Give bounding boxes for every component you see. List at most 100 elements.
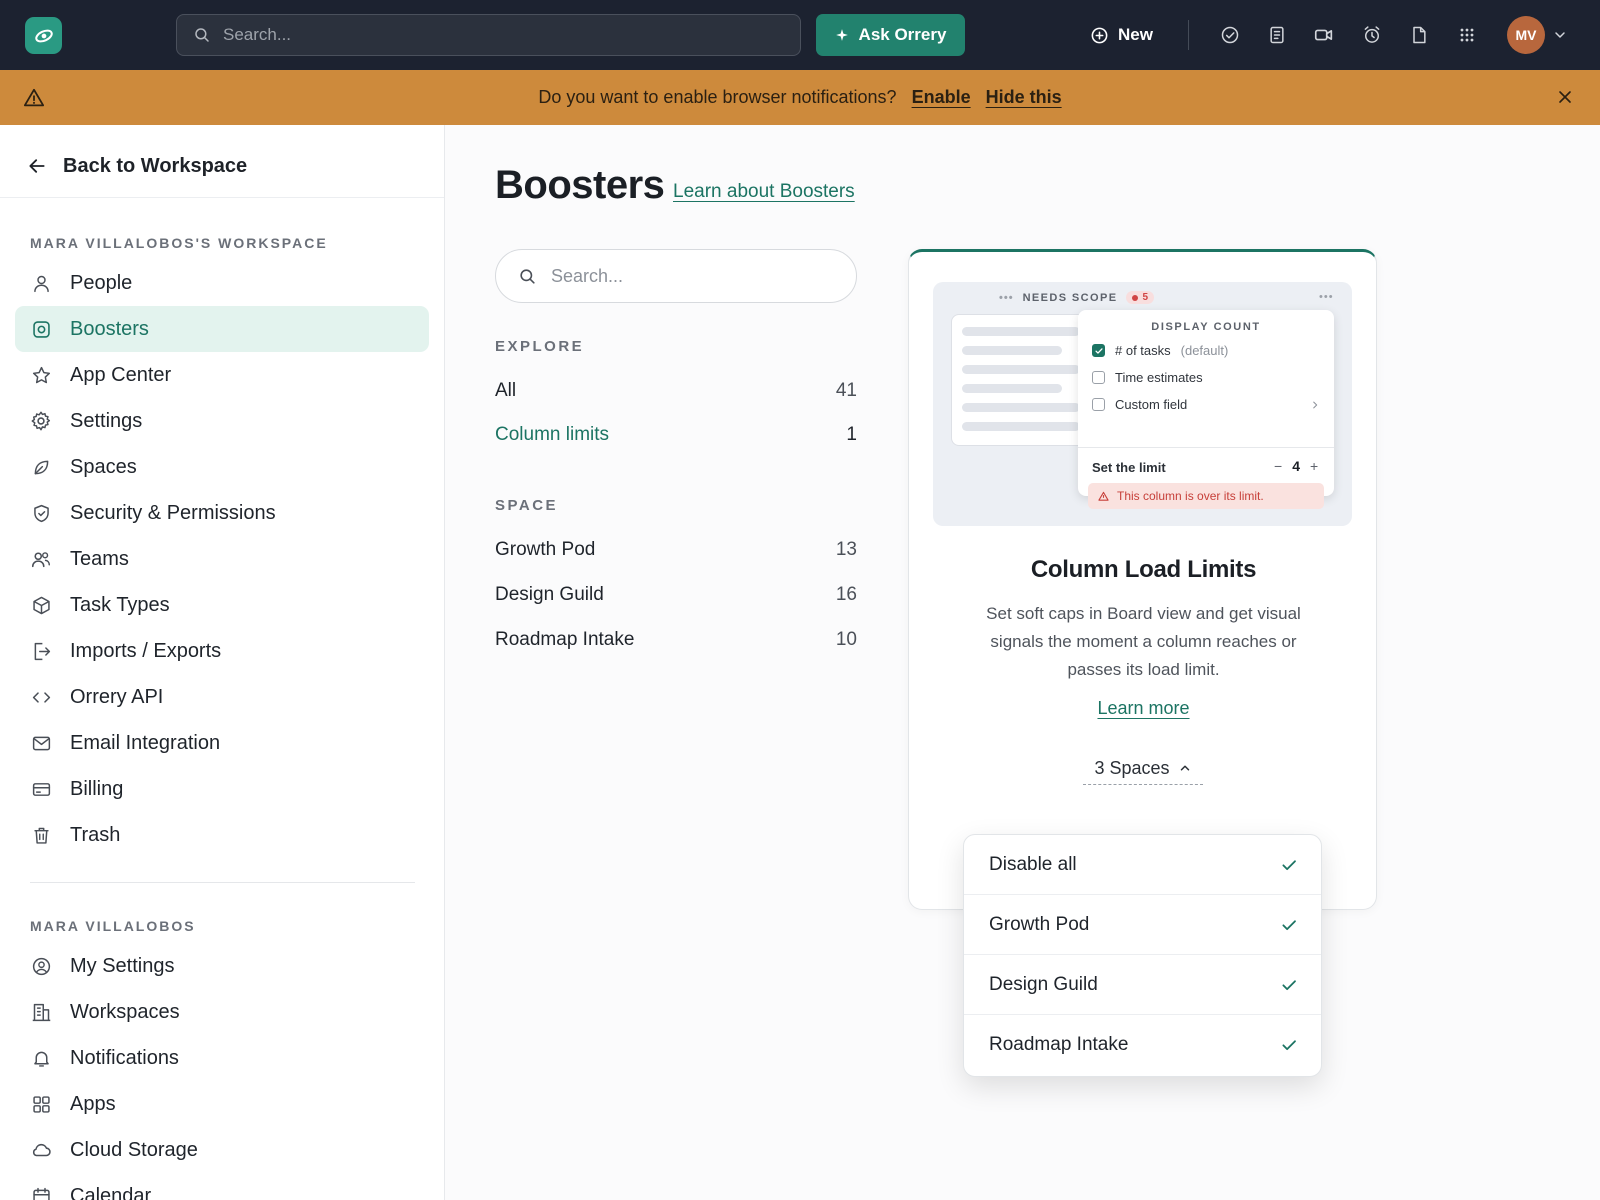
- sidebar-divider: [30, 882, 415, 883]
- checkbox-checked: [1092, 344, 1105, 357]
- display-count-popover: DISPLAY COUNT # of tasks (default) Time …: [1078, 310, 1334, 509]
- new-button[interactable]: New: [1090, 14, 1153, 56]
- sidebar-item-label: Settings: [70, 409, 143, 432]
- sidebar-item-label: Spaces: [70, 455, 137, 478]
- sidebar-item-task-types[interactable]: Task Types: [15, 582, 429, 628]
- warning-text: This column is over its limit.: [1117, 489, 1264, 503]
- filter-count: 16: [835, 584, 857, 605]
- booster-search-input[interactable]: Search...: [495, 249, 857, 303]
- filter-count: 1: [846, 424, 857, 445]
- sidebar-item-label: Imports / Exports: [70, 639, 222, 662]
- checkmark-icon: [1282, 979, 1296, 990]
- dropdown-item-label: Design Guild: [989, 973, 1098, 995]
- sidebar-item-calendar[interactable]: Calendar: [15, 1173, 429, 1200]
- placeholder-bar: [962, 365, 1080, 374]
- video-icon[interactable]: [1312, 23, 1336, 47]
- dropdown-item-label: Disable all: [989, 853, 1077, 875]
- sidebar-item-billing[interactable]: Billing: [15, 766, 429, 812]
- spaces-dropdown-toggle[interactable]: 3 Spaces: [1083, 752, 1203, 785]
- ellipsis-icon: •••: [999, 291, 1014, 304]
- popover-divider: [1078, 447, 1334, 448]
- workspace-section-heading: Mara Villalobos's Workspace: [30, 235, 328, 251]
- gear-icon: [30, 410, 52, 432]
- sidebar-item-workspaces[interactable]: Workspaces: [15, 989, 429, 1035]
- dropdown-item-growth-pod[interactable]: Growth Pod: [964, 895, 1321, 955]
- search-icon: [520, 268, 535, 284]
- filter-count: 10: [835, 629, 857, 650]
- back-to-workspace-button[interactable]: Back to Workspace: [27, 147, 247, 185]
- shield-icon: [30, 502, 52, 524]
- illustration-task-list: [951, 314, 1091, 446]
- sidebar-item-settings[interactable]: Settings: [15, 398, 429, 444]
- sidebar-item-cloud-storage[interactable]: Cloud Storage: [15, 1127, 429, 1173]
- document-icon[interactable]: [1407, 23, 1431, 47]
- option-label: Time estimates: [1115, 370, 1203, 385]
- limit-label: Set the limit: [1092, 460, 1166, 475]
- booster-search-placeholder: Search...: [551, 265, 624, 286]
- export-icon: [30, 640, 52, 662]
- ask-orrery-label: Ask Orrery: [858, 25, 947, 44]
- filter-space-growth-pod[interactable]: Growth Pod 13: [495, 539, 857, 561]
- checkmark-icon: [1282, 1040, 1296, 1051]
- sidebar-item-people[interactable]: People: [15, 260, 429, 306]
- sidebar-item-label: Trash: [70, 823, 121, 846]
- box-icon: [30, 594, 52, 616]
- enable-notifications-link[interactable]: Enable: [912, 87, 971, 108]
- sidebar-item-notifications[interactable]: Notifications: [15, 1035, 429, 1081]
- ask-orrery-button[interactable]: Ask Orrery: [816, 14, 965, 56]
- app-logo[interactable]: [25, 17, 62, 54]
- top-bar: Search... Ask Orrery New MV: [0, 0, 1600, 70]
- chevron-down-icon[interactable]: [1552, 27, 1568, 43]
- booster-description: Set soft caps in Board view and get visu…: [986, 604, 1301, 679]
- bell-icon: [30, 1047, 52, 1069]
- sidebar-item-boosters[interactable]: Boosters: [15, 306, 429, 352]
- sidebar-item-email-integration[interactable]: Email Integration: [15, 720, 429, 766]
- back-label: Back to Workspace: [63, 154, 248, 177]
- notepad-icon[interactable]: [1265, 23, 1289, 47]
- alarm-clock-icon[interactable]: [1360, 23, 1384, 47]
- chevron-up-icon: [1180, 765, 1189, 771]
- sidebar-item-imports-exports[interactable]: Imports / Exports: [15, 628, 429, 674]
- learn-more-link[interactable]: Learn more: [909, 698, 1378, 719]
- sidebar-item-my-settings[interactable]: My Settings: [15, 943, 429, 989]
- filter-space-roadmap-intake[interactable]: Roadmap Intake 10: [495, 629, 857, 651]
- check-circle-icon[interactable]: [1218, 23, 1242, 47]
- sidebar-item-security[interactable]: Security & Permissions: [15, 490, 429, 536]
- chevron-right-icon: [1310, 400, 1320, 410]
- avatar-initials: MV: [1515, 27, 1537, 43]
- apps-grid-icon[interactable]: [1455, 23, 1479, 47]
- hide-banner-link[interactable]: Hide this: [986, 87, 1062, 108]
- learn-about-boosters-link[interactable]: Learn about Boosters: [673, 181, 855, 203]
- option-label: Custom field: [1115, 397, 1188, 412]
- building-icon: [30, 1001, 52, 1023]
- card-icon: [30, 778, 52, 800]
- placeholder-bar: [962, 346, 1062, 355]
- sidebar-item-teams[interactable]: Teams: [15, 536, 429, 582]
- sidebar-item-trash[interactable]: Trash: [15, 812, 429, 858]
- filter-all[interactable]: All 41: [495, 380, 857, 402]
- person-icon: [30, 272, 52, 294]
- sidebar-item-api[interactable]: Orrery API: [15, 674, 429, 720]
- apps-icon: [30, 1093, 52, 1115]
- sidebar-item-app-center[interactable]: App Center: [15, 352, 429, 398]
- sidebar-item-label: My Settings: [70, 954, 175, 977]
- checkbox-unchecked: [1092, 398, 1105, 411]
- dropdown-item-design-guild[interactable]: Design Guild: [964, 955, 1321, 1015]
- filter-column-limits[interactable]: Column limits 1: [495, 424, 857, 446]
- cloud-icon: [30, 1139, 52, 1161]
- sidebar-item-apps[interactable]: Apps: [15, 1081, 429, 1127]
- global-search-input[interactable]: Search...: [176, 14, 801, 56]
- sidebar-item-label: Task Types: [70, 593, 170, 616]
- dropdown-item-roadmap-intake[interactable]: Roadmap Intake: [964, 1015, 1321, 1075]
- popover-option: # of tasks (default): [1092, 343, 1228, 358]
- sidebar-divider: [0, 197, 444, 198]
- filter-label: All: [495, 380, 517, 401]
- booster-title: Column Load Limits: [1030, 556, 1257, 583]
- filter-space-design-guild[interactable]: Design Guild 16: [495, 584, 857, 606]
- orbit-logo-icon: [34, 29, 53, 42]
- sidebar-item-spaces[interactable]: Spaces: [15, 444, 429, 490]
- user-avatar[interactable]: MV: [1507, 16, 1545, 54]
- dropdown-item-disable-all[interactable]: Disable all: [964, 835, 1321, 895]
- close-icon[interactable]: [1555, 87, 1575, 107]
- notification-banner: Do you want to enable browser notificati…: [0, 70, 1600, 125]
